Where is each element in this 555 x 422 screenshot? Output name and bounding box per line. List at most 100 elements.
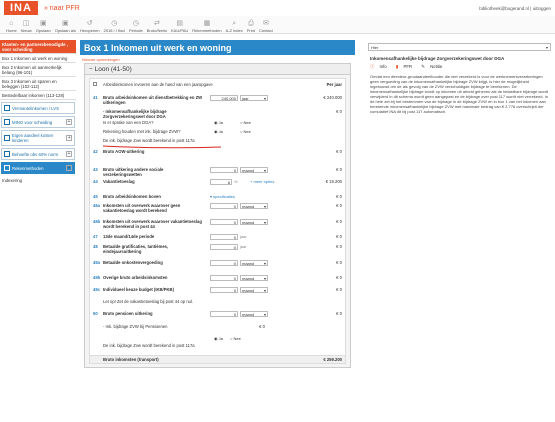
year-icon: ◷ <box>111 20 118 27</box>
sidebar-item-klanten[interactable]: Klanten- en partnersbenodigde , voor sch… <box>0 40 76 54</box>
period-icon: ◷ <box>132 20 139 27</box>
row-label: Betaalde onkostenvergoeding <box>103 260 163 265</box>
ina-logo[interactable]: INA <box>4 1 38 15</box>
period-select[interactable]: maand <box>240 260 268 266</box>
jaaropgave-checkbox[interactable] <box>93 82 97 86</box>
row-value: € 0 <box>336 109 342 114</box>
toolbar-reopen-button[interactable]: ↺ Heropenen <box>78 16 102 33</box>
toolbar-label: Periode <box>128 28 143 33</box>
row-value: € 0 <box>336 149 342 154</box>
sidebar-button-mino[interactable]: MINO voor scheiding + <box>1 116 75 128</box>
toolbar-label: Opslaan <box>35 28 51 33</box>
income-rows: Arbeidsinkomen invoeren aan de hand van … <box>89 78 346 364</box>
sidebar-indexering[interactable]: Indexering <box>0 176 76 185</box>
tab-pfr[interactable]: ▮ PFR <box>396 64 416 69</box>
radio-nee[interactable]: ○ Nee <box>230 336 241 341</box>
tab-notitie[interactable]: ✎ Notitie <box>421 64 446 69</box>
toolbar-print-button[interactable]: ⎙ Print <box>245 16 257 33</box>
period-select[interactable]: maand <box>240 311 268 317</box>
plus-icon[interactable]: + <box>66 135 72 141</box>
period-select[interactable]: maand <box>240 167 268 173</box>
amount-input[interactable]: 0 <box>210 203 238 209</box>
period-select[interactable]: jaar <box>240 95 268 101</box>
amount-input[interactable]: 0 <box>210 275 238 281</box>
sidebar-button-vermantel[interactable]: Vermantelinkomen / LVS <box>1 102 75 114</box>
row-number: 43 <box>93 167 98 172</box>
row-value: € 0 <box>336 275 342 280</box>
amount-input[interactable]: 0 <box>210 311 238 317</box>
toolbar-label: Print <box>246 28 255 33</box>
toolbar-save-button[interactable]: ▣ Opslaan <box>34 16 53 33</box>
toolbar-gross-net-button[interactable]: ⇄ Bruto/Netto <box>145 16 169 33</box>
pfr-icon: ▮ <box>395 64 399 69</box>
tab-info[interactable]: ⓘ Info <box>370 64 391 69</box>
loon-section: − Loon (41-50) Arbeidsinkomen invoeren a… <box>84 63 351 368</box>
amount-input[interactable]: 0 <box>210 167 238 173</box>
toolbar-label: Rekenmethoden <box>192 28 222 33</box>
sidebar-item-bestedelbaar[interactable]: Bestedelbaar inkomen (113-128) <box>0 91 76 100</box>
radio-nee[interactable]: ○ Nee <box>240 129 251 134</box>
sidebar-item-box2[interactable]: Box 2 Inkomen uit aanmerkelijk belang (9… <box>0 63 76 77</box>
total-value: € 259.200 <box>323 357 342 362</box>
amount-input[interactable]: 0 <box>210 234 238 240</box>
row-value: € 0 <box>336 203 342 208</box>
sidebar-button-rekenmethoden[interactable]: Rekenmethoden + <box>1 162 75 174</box>
row-number: 46b <box>93 219 101 224</box>
amount-input[interactable]: 0 <box>210 219 238 225</box>
toolbar-year-button[interactable]: ◷ 2016 / I fiscl <box>102 16 127 33</box>
period-select[interactable]: maand <box>240 219 268 225</box>
row-number: 44 <box>93 179 98 184</box>
notes-tab[interactable]: Nieuwe opmerkingen <box>80 55 355 63</box>
period-select[interactable]: maand <box>240 287 268 293</box>
contact-icon: ✉ <box>262 20 269 27</box>
amount-input[interactable]: 240.000 <box>210 95 238 101</box>
toolbar-contact-button[interactable]: ✉ Contact <box>257 16 275 33</box>
row-label: 13de maand/14de periode <box>103 234 155 239</box>
section-header[interactable]: − Loon (41-50) <box>85 64 350 75</box>
radio-ja[interactable]: ◉ Ja <box>214 120 223 125</box>
sidebar-item-box3[interactable]: Box 3 Inkomen uit sparen en beleggen (10… <box>0 77 76 91</box>
radio-nee[interactable]: ○ Nee <box>240 120 251 125</box>
period-select[interactable]: maand <box>240 275 268 281</box>
radio-ja[interactable]: ◉ Ja <box>214 336 223 341</box>
toolbar-period-button[interactable]: ◷ Periode <box>127 16 145 33</box>
row-label: Is er sprake van een DGA? <box>103 120 154 125</box>
sidebar-item-box1[interactable]: Box 1 Inkomen uit werk en woning <box>0 54 76 63</box>
toolbar-calc-button[interactable]: ▦ Rekenmethoden <box>190 16 223 33</box>
toolbar-new-button[interactable]: ◫ Nieuw <box>19 16 34 33</box>
per-year-label: Per jaar <box>326 82 342 87</box>
row-label: Inkomsten uit overwerk waarover geen vak… <box>103 203 181 213</box>
more-options-link[interactable]: + meer opties <box>250 179 274 184</box>
plus-icon[interactable]: + <box>66 151 72 157</box>
amount-input[interactable]: 0 <box>210 287 238 293</box>
row-value: € 0 <box>336 244 342 249</box>
sidebar-button-behoefte[interactable]: Behoefte obv 60% norm + <box>1 148 75 160</box>
toolbar-save-as-button[interactable]: ▣ Opslaan als <box>53 16 78 33</box>
unit-label: % <box>234 179 238 184</box>
checkbox-label: Arbeidsinkomen invoeren aan de hand van … <box>103 82 213 87</box>
row-number: 48 <box>93 244 98 249</box>
period-select[interactable]: maand <box>240 203 268 209</box>
unit-label: jaar <box>240 234 247 239</box>
home-icon: ⌂ <box>9 20 14 27</box>
amount-input[interactable]: 0 <box>210 244 238 250</box>
radio-ja[interactable]: ◉ Ja <box>214 129 223 134</box>
row-label: Individueel keuze budget (IKB/PKB) <box>103 287 174 292</box>
row-value: € 0 <box>259 324 265 329</box>
toolbar-kau-button[interactable]: ▤ KAU/PAU <box>169 16 190 33</box>
toolbar-index-button[interactable]: ⌕ A-Z index <box>224 16 245 33</box>
specificaties-link[interactable]: ▾ specificaties <box>210 194 235 199</box>
toolbar-home-button[interactable]: ⌂ Home <box>4 16 19 33</box>
plus-icon[interactable]: + <box>66 119 72 125</box>
amount-input[interactable]: 8 <box>210 179 232 185</box>
user-links[interactable]: bibliotheek@bogerand.nl | uitloggen <box>479 6 551 11</box>
amount-input[interactable]: 0 <box>210 260 238 266</box>
row-number: 41 <box>93 95 98 100</box>
row-label: Bruto arbeidsinkomen boven <box>103 194 161 199</box>
help-tabs: ⓘ Info ▮ PFR ✎ Notitie <box>364 63 555 71</box>
pfr-link[interactable]: » naar PFR <box>44 5 80 12</box>
toolbar-label: A-Z index <box>225 28 243 33</box>
plus-icon[interactable]: + <box>66 165 72 171</box>
help-select[interactable]: Hier ▾ <box>368 43 551 51</box>
sidebar-button-eigen-aandeel[interactable]: Eigen aandeel kosten kinderen + <box>1 130 75 146</box>
